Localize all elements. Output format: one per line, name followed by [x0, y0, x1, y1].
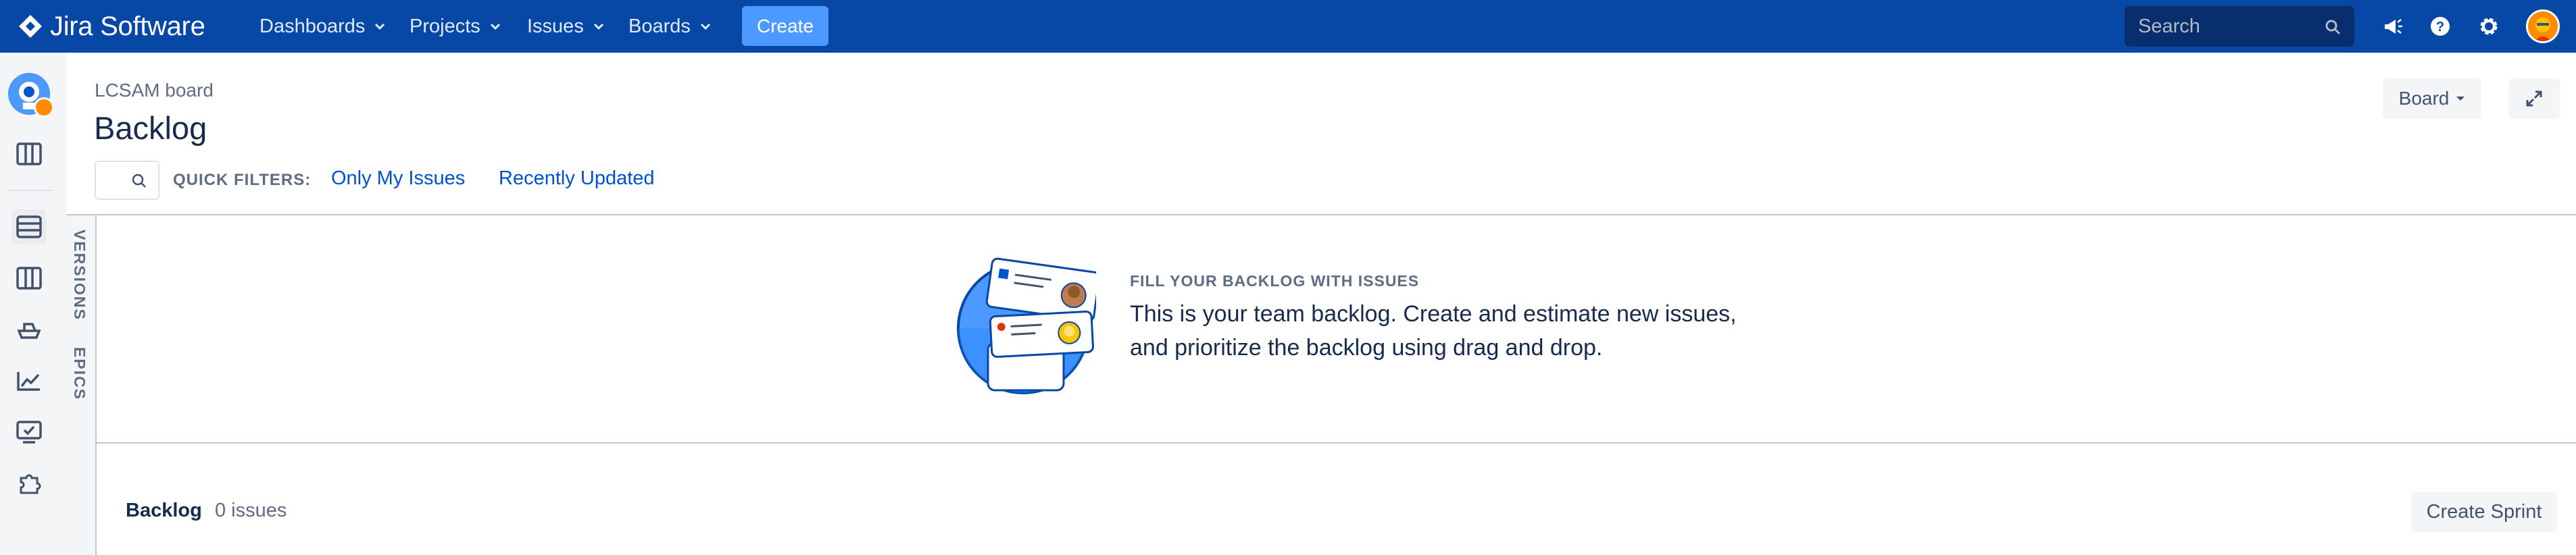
backlog-illustration [957, 257, 1096, 394]
board-dropdown-button[interactable]: Board [2383, 78, 2481, 119]
page-title: Backlog [94, 110, 207, 146]
chevron-down-icon [375, 23, 385, 30]
search-placeholder: Search [2138, 15, 2200, 37]
expand-icon [2526, 90, 2542, 107]
nav-issues-label: Issues [527, 15, 584, 37]
breadcrumb[interactable]: LCSAM board [95, 80, 214, 101]
fullscreen-button[interactable] [2508, 78, 2560, 119]
project-sidebar [0, 53, 66, 555]
jira-diamond-icon [19, 15, 42, 38]
empty-state-body: This is your team backlog. Create and es… [1130, 297, 1738, 365]
board-button-label: Board [2398, 88, 2450, 109]
tab-epics[interactable]: EPICS [70, 347, 89, 400]
jira-logo[interactable]: Jira Software [18, 9, 205, 43]
chevron-down-icon [593, 23, 603, 30]
sidebar-divider [8, 190, 53, 191]
empty-state-heading: FILL YOUR BACKLOG WITH ISSUES [1130, 272, 1420, 290]
content-top-border [66, 214, 2576, 215]
create-button[interactable]: Create [742, 6, 828, 46]
create-sprint-button[interactable]: Create Sprint [2411, 492, 2557, 532]
settings-icon[interactable] [2476, 14, 2502, 39]
empty-state-line-2: and prioritize the backlog using drag an… [1130, 335, 1603, 361]
help-icon[interactable]: ? [2427, 14, 2453, 39]
nav-boards[interactable]: Boards [628, 12, 712, 41]
brand-name: Jira Software [50, 11, 205, 41]
backlog-issue-count: 0 issues [215, 500, 287, 521]
search-input[interactable]: Search [2125, 6, 2354, 47]
nav-projects[interactable]: Projects [410, 12, 502, 41]
chevron-down-icon [700, 23, 710, 30]
create-button-label: Create [756, 15, 814, 36]
filter-only-my-issues[interactable]: Only My Issues [331, 167, 465, 190]
top-navigation: Jira Software Dashboards Projects Issues… [0, 0, 2576, 53]
chevron-down-icon [490, 23, 500, 30]
reports-icon[interactable] [11, 363, 47, 398]
backlog-icon[interactable] [11, 209, 47, 244]
active-sprints-icon[interactable] [11, 261, 47, 296]
caret-down-icon [2456, 97, 2465, 101]
board-icon[interactable] [11, 136, 47, 171]
megaphone-icon[interactable] [2380, 14, 2406, 39]
project-badge-icon [34, 97, 54, 117]
filter-search-input[interactable] [95, 161, 159, 200]
tab-versions[interactable]: VERSIONS [70, 230, 89, 321]
nav-boards-label: Boards [628, 15, 691, 37]
nav-projects-label: Projects [410, 15, 480, 37]
issues-icon[interactable] [11, 415, 47, 450]
svg-text:?: ? [2436, 20, 2444, 34]
search-icon [2325, 20, 2341, 35]
user-avatar[interactable] [2526, 9, 2560, 43]
side-panel-border [95, 215, 97, 555]
search-icon [132, 174, 146, 188]
empty-state-line-1: This is your team backlog. Create and es… [1130, 301, 1737, 327]
nav-issues[interactable]: Issues [527, 12, 605, 41]
add-ons-icon[interactable] [11, 466, 47, 501]
backlog-section-title: Backlog [126, 500, 202, 521]
releases-icon[interactable] [11, 312, 47, 347]
section-divider [97, 442, 2576, 444]
quick-filters-label: QUICK FILTERS: [173, 171, 312, 189]
filter-recently-updated[interactable]: Recently Updated [499, 167, 655, 190]
nav-dashboards-label: Dashboards [259, 15, 366, 37]
nav-dashboards[interactable]: Dashboards [259, 12, 387, 41]
